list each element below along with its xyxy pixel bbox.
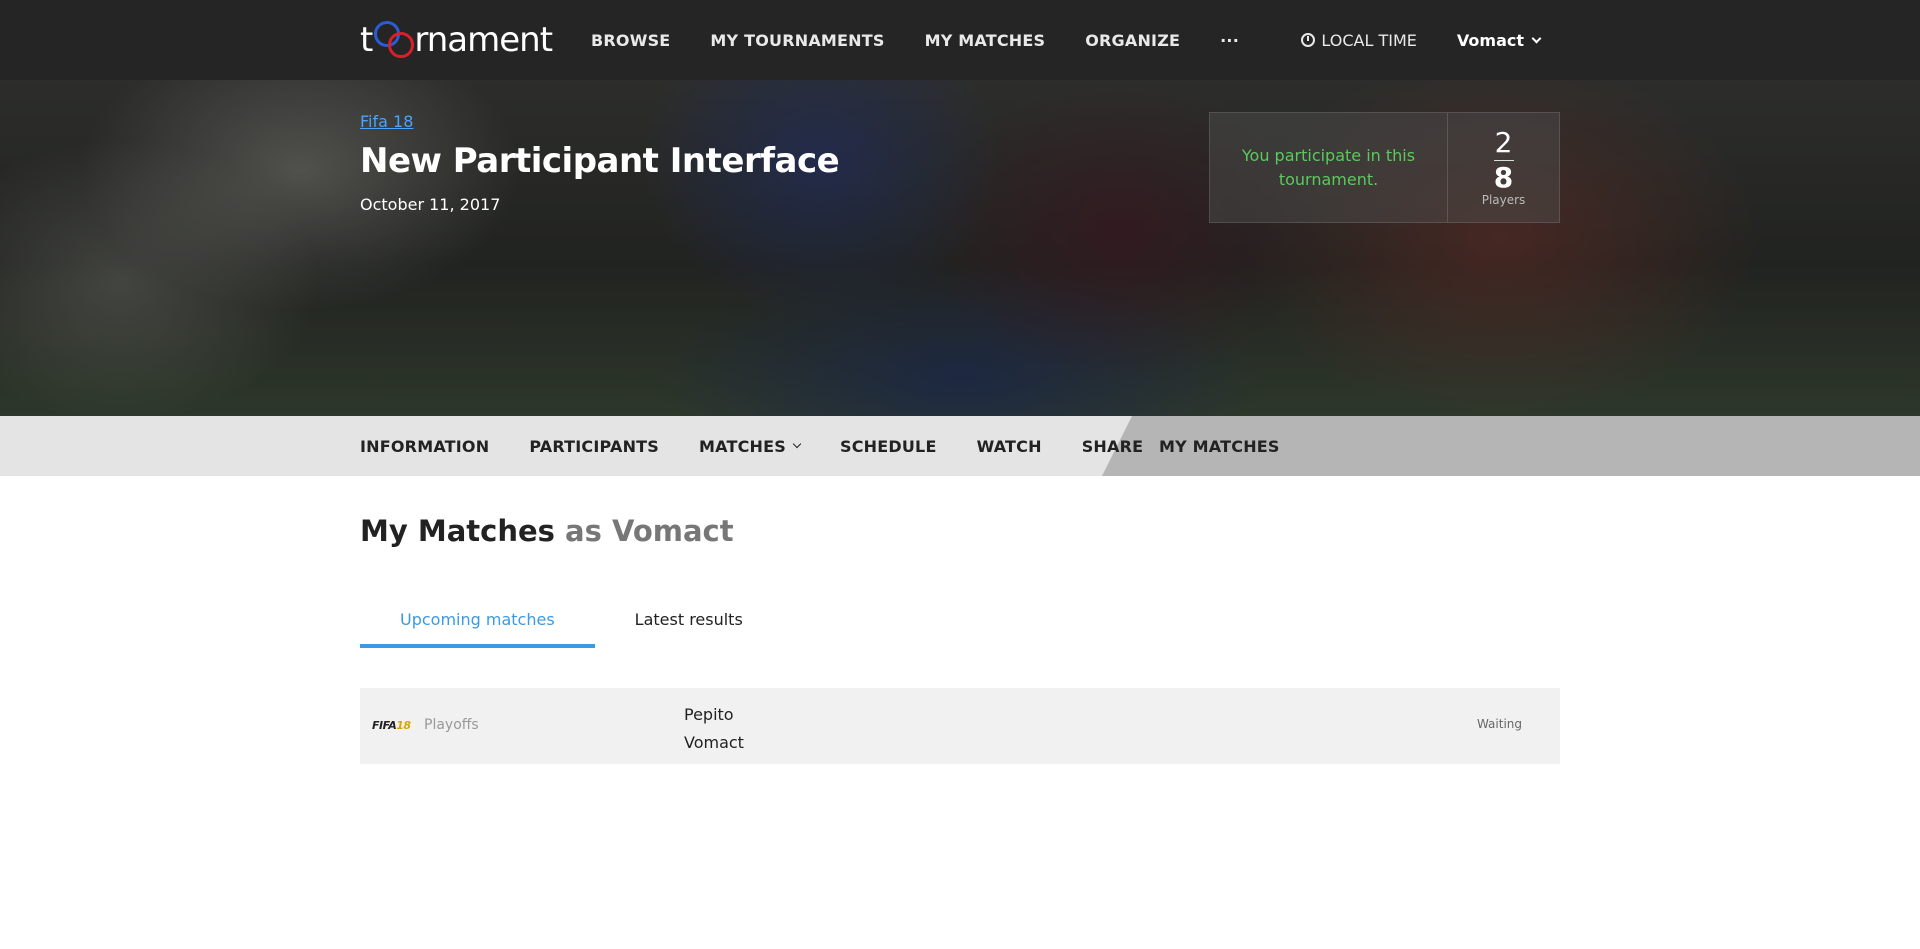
tab-matches[interactable]: MATCHES <box>699 436 802 456</box>
page-title-main: My Matches <box>360 514 555 548</box>
logo-rings-icon <box>370 18 416 62</box>
participation-message: You participate in this tournament. <box>1210 113 1448 222</box>
players-counter: 2 8 Players <box>1448 113 1559 222</box>
opponent-1: Pepito <box>684 705 734 724</box>
nav-my-tournaments[interactable]: MY TOURNAMENTS <box>710 31 884 50</box>
clock-icon <box>1301 33 1316 47</box>
local-time-label: LOCAL TIME <box>1321 30 1417 50</box>
tab-share[interactable]: SHARE <box>1082 437 1144 456</box>
players-label: Players <box>1481 193 1526 207</box>
chevron-down-icon <box>1531 33 1542 43</box>
players-count: 2 <box>1494 126 1513 159</box>
participation-status-box: You participate in this tournament. 2 8 … <box>1209 112 1560 223</box>
tab-information[interactable]: INFORMATION <box>360 437 489 456</box>
nav-more[interactable]: ··· <box>1220 31 1239 50</box>
match-opponents: Pepito Vomact <box>684 701 744 757</box>
tournament-date: October 11, 2017 <box>360 195 501 214</box>
local-time-button[interactable]: LOCAL TIME <box>1301 30 1417 50</box>
tab-participants[interactable]: PARTICIPANTS <box>529 437 659 456</box>
game-link[interactable]: Fifa 18 <box>360 112 413 131</box>
fifa-18-logo: FIFA18 <box>372 719 411 732</box>
tab-schedule[interactable]: SCHEDULE <box>840 437 937 456</box>
tab-my-matches[interactable]: MY MATCHES <box>1159 416 1280 476</box>
matches-tabs: Upcoming matches Latest results <box>360 596 783 648</box>
user-name: Vomact <box>1456 30 1524 50</box>
chevron-down-icon <box>792 439 802 449</box>
nav-browse[interactable]: BROWSE <box>591 31 670 50</box>
tab-matches-label: MATCHES <box>699 436 786 456</box>
opponent-2: Vomact <box>684 733 744 752</box>
tab-upcoming-matches[interactable]: Upcoming matches <box>360 596 595 648</box>
players-max: 8 <box>1493 161 1514 194</box>
page-title-sub: as Vomact <box>565 514 734 548</box>
match-status: Waiting <box>1476 717 1522 731</box>
user-menu[interactable]: Vomact <box>1456 30 1542 50</box>
tab-latest-results[interactable]: Latest results <box>595 596 783 648</box>
main-nav: BROWSE MY TOURNAMENTS MY MATCHES ORGANIZ… <box>591 0 1279 80</box>
tournament-hero-banner <box>0 80 1920 416</box>
top-navigation-bar: t rnament BROWSE MY TOURNAMENTS MY MATCH… <box>0 0 1920 80</box>
nav-organize[interactable]: ORGANIZE <box>1085 31 1180 50</box>
right-nav: LOCAL TIME Vomact <box>1301 0 1542 80</box>
nav-my-matches[interactable]: MY MATCHES <box>925 31 1046 50</box>
page-title: My Matches as Vomact <box>360 514 734 548</box>
tournament-header: Fifa 18 New Participant Interface Octobe… <box>360 112 840 214</box>
tournament-title: New Participant Interface <box>360 141 840 181</box>
tab-watch[interactable]: WATCH <box>977 437 1042 456</box>
logo-suffix: rnament <box>414 20 553 60</box>
match-row[interactable]: FIFA18 Playoffs Pepito Vomact Waiting <box>360 688 1560 764</box>
match-phase: Playoffs <box>424 717 479 733</box>
toornament-logo[interactable]: t rnament <box>360 18 553 62</box>
tournament-subnav: INFORMATION PARTICIPANTS MATCHES SCHEDUL… <box>0 416 1920 476</box>
